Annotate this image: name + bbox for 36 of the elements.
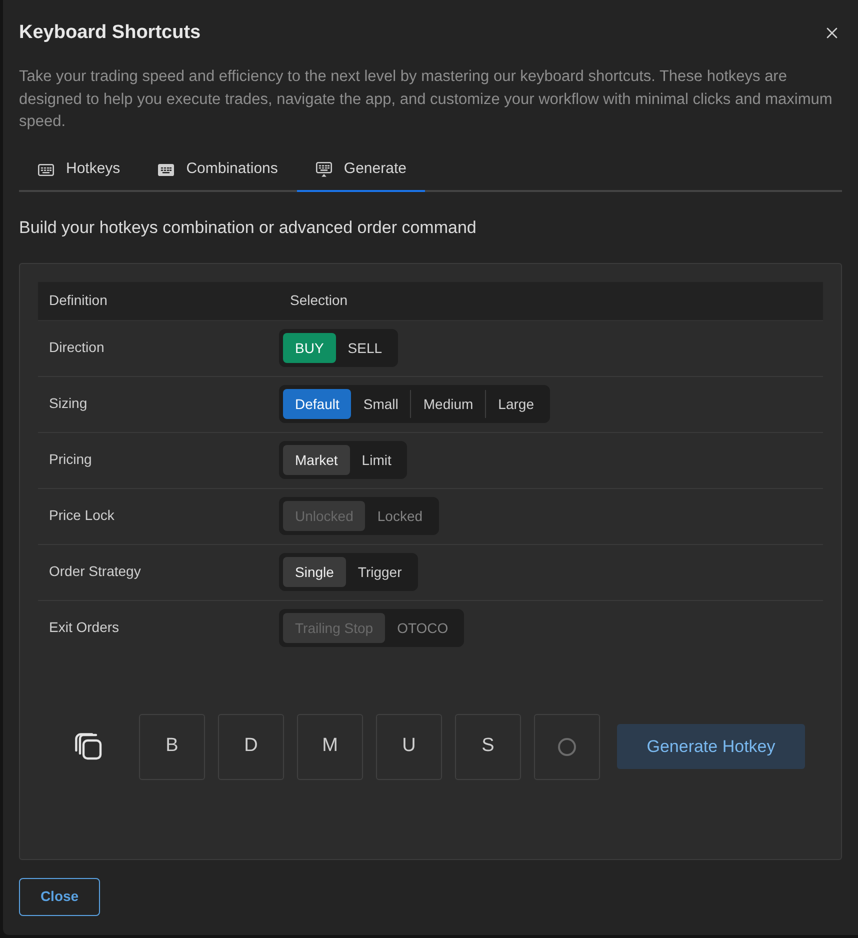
row-label: Order Strategy — [49, 563, 141, 579]
close-button[interactable]: Close — [19, 878, 100, 916]
circle-icon — [558, 738, 576, 756]
row-label: Pricing — [49, 451, 92, 467]
column-header: Selection — [289, 291, 348, 310]
key-slot: B — [139, 714, 205, 780]
key-slot: S — [455, 714, 521, 780]
segment-option[interactable]: Medium — [411, 389, 486, 419]
segment-option[interactable]: Single — [283, 557, 346, 587]
generate-hotkey-button[interactable]: Generate Hotkey — [617, 724, 805, 769]
segment-option[interactable]: Default — [283, 389, 352, 419]
dialog-description: Take your trading speed and efficiency to the next level by mastering our keyboard shortcuts. These hotkeys are designed to help you execute trades, navigate the app, and customize your workflow with minimal clicks and maximum speed. — [19, 67, 834, 132]
column-header: Definition — [48, 291, 108, 310]
row-label: Direction — [49, 339, 104, 355]
tab[interactable]: Combinations — [139, 150, 297, 192]
row-label: Sizing — [49, 395, 88, 411]
keyboard-icon — [158, 164, 174, 176]
key-slot: D — [218, 714, 284, 780]
segment-option[interactable]: Limit — [350, 445, 404, 475]
row-label: Price Lock — [49, 507, 114, 523]
key-slot: U — [376, 714, 442, 780]
tab[interactable]: Hotkeys — [19, 150, 140, 192]
section-title: Build your hotkeys combination or advanced order command — [19, 216, 478, 238]
segment-option[interactable]: Market — [283, 445, 350, 475]
segment-option[interactable]: Small — [351, 389, 410, 419]
tab[interactable]: Generate — [296, 150, 426, 192]
segment-option[interactable]: Trigger — [346, 557, 414, 587]
keyboard-icon — [316, 162, 332, 177]
dialog-title: Keyboard Shortcuts — [19, 21, 201, 45]
row-label: Exit Orders — [49, 619, 120, 635]
key-slot: M — [297, 714, 363, 780]
segment-option[interactable]: SELL — [336, 333, 394, 363]
keyboard-icon — [38, 164, 54, 176]
segment-option[interactable]: BUY — [283, 333, 336, 363]
segment-option[interactable]: Large — [486, 389, 546, 419]
copy-icon[interactable] — [75, 733, 102, 760]
